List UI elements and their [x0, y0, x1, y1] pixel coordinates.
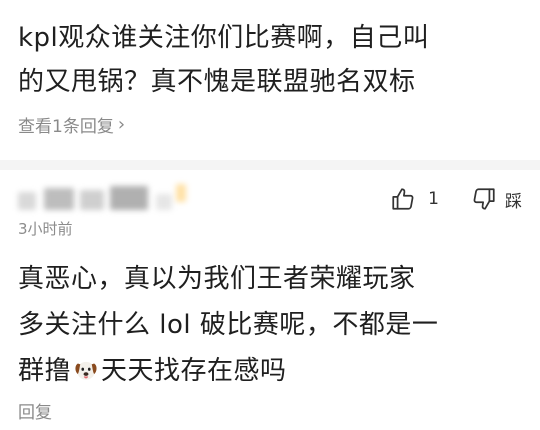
- dislike-label: 踩: [505, 191, 522, 212]
- like-button[interactable]: 1: [390, 186, 461, 212]
- reply-button[interactable]: 回复: [18, 398, 52, 423]
- comment-timestamp: 3小时前: [18, 220, 73, 238]
- view-replies-label: 查看1条回复: [18, 117, 114, 137]
- top-comment: kpl观众谁关注你们比赛啊，自己叫 的又甩锅？真不愧是联盟驰名双标 查看1条回复…: [18, 16, 528, 137]
- second-comment: 3小时前 1 踩 真恶心，真以为我们王者荣耀玩家 多关注什么 lol 破比赛呢，…: [18, 178, 528, 386]
- thumbs-down-icon: [473, 188, 495, 210]
- blurred-username: [18, 184, 188, 214]
- like-count: 1: [428, 189, 439, 209]
- dog-face-emoji-icon: [75, 361, 97, 380]
- section-divider: [0, 160, 540, 170]
- comment-header: 3小时前 1 踩: [18, 178, 528, 238]
- view-replies-link[interactable]: 查看1条回复 ›: [18, 112, 528, 137]
- top-comment-text: kpl观众谁关注你们比赛啊，自己叫 的又甩锅？真不愧是联盟驰名双标: [18, 23, 430, 97]
- comment-text-part2: 天天找存在感吗: [101, 356, 287, 386]
- dislike-button[interactable]: 踩: [471, 186, 522, 212]
- thumbs-up-icon: [392, 188, 414, 210]
- second-comment-text: 真恶心，真以为我们王者荣耀玩家 多关注什么 lol 破比赛呢，不都是一 群撸 天…: [18, 256, 528, 394]
- comment-actions: 1 踩: [390, 186, 522, 212]
- chevron-right-icon: ›: [117, 114, 126, 135]
